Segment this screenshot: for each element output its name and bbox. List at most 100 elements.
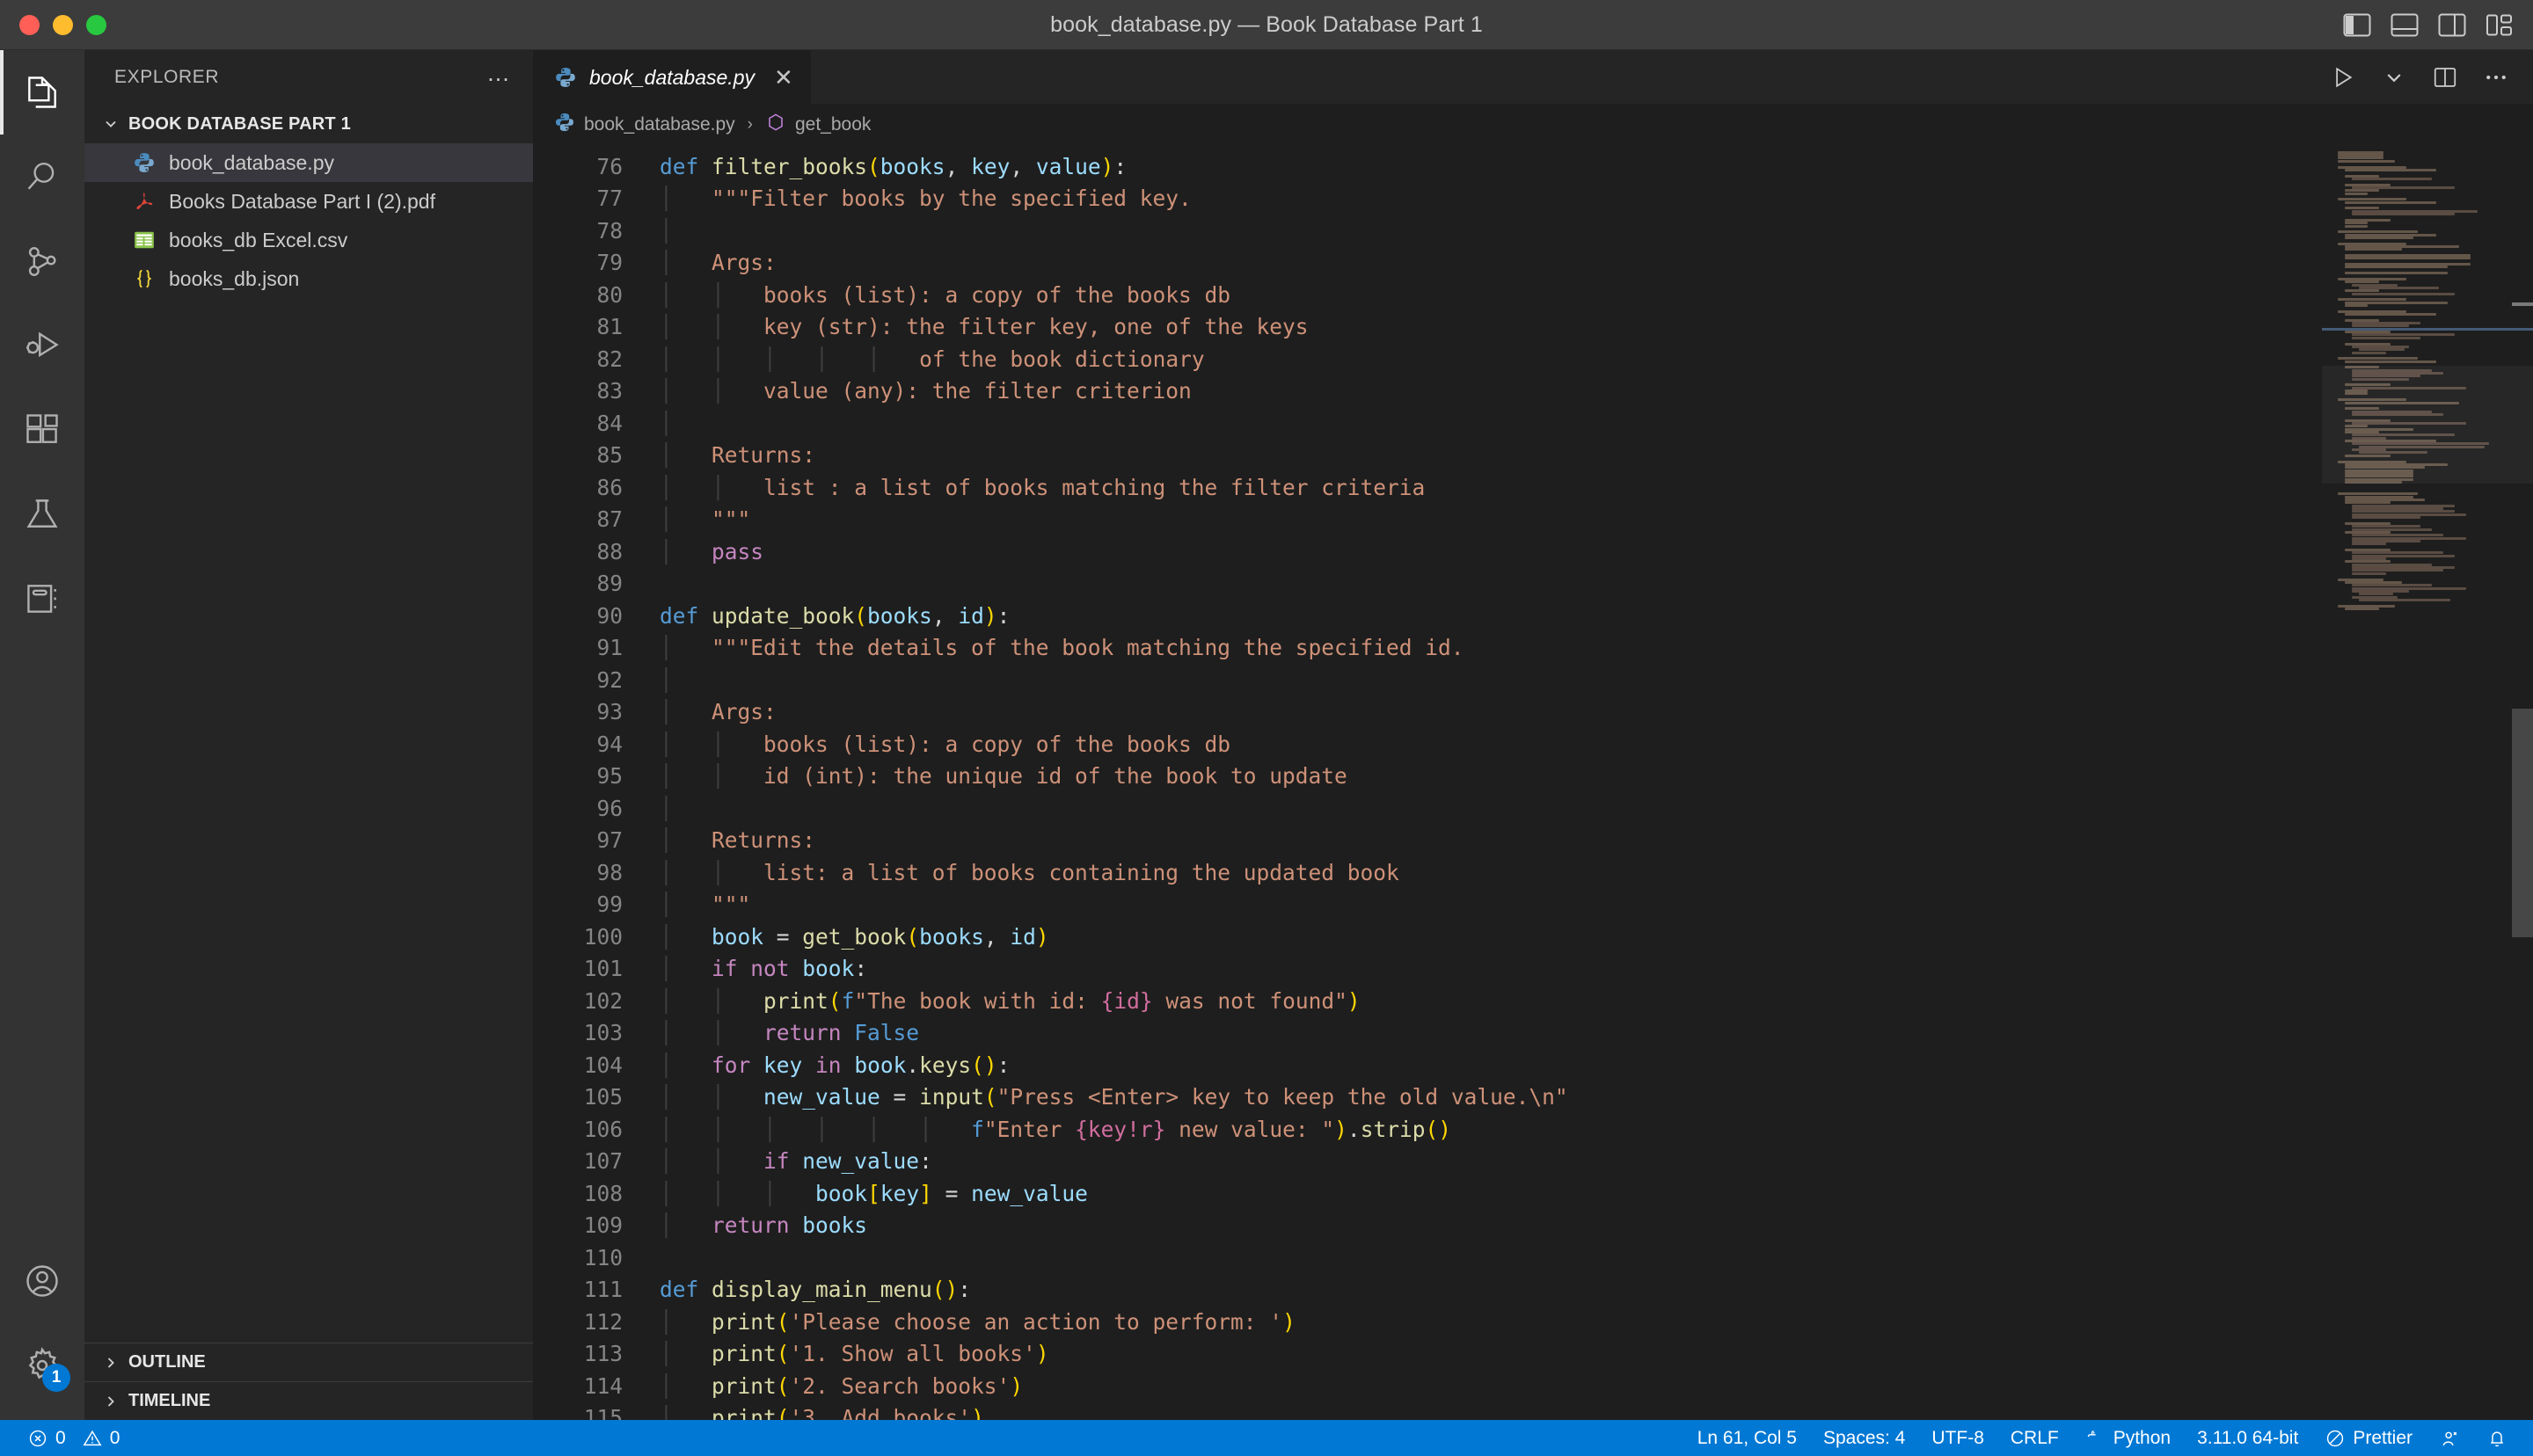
run-python-file-icon[interactable] (2329, 63, 2357, 91)
activity-item-run-and-debug[interactable] (0, 303, 84, 388)
status-python-interpreter[interactable]: 3.11.0 64-bit (2184, 1420, 2311, 1456)
status-indentation[interactable]: Spaces: 4 (1810, 1420, 1918, 1456)
code-line[interactable]: 112 │ print('Please choose an action to p… (533, 1307, 2322, 1339)
status-remote-indicator[interactable] (2426, 1420, 2473, 1456)
toggle-primary-sidebar-icon[interactable] (2343, 13, 2371, 37)
breadcrumb-file-label[interactable]: book_database.py (584, 114, 735, 135)
indent-guide: │ (660, 635, 712, 661)
code-line[interactable]: 114 │ print('2. Search books') (533, 1371, 2322, 1403)
code-line[interactable]: 89 (533, 568, 2322, 601)
editor-vertical-scrollbar[interactable] (2512, 146, 2533, 1420)
code-line[interactable]: 79 │ Args: (533, 247, 2322, 280)
file-item-books-database-pdf[interactable]: Books Database Part I (2).pdf (84, 182, 533, 221)
code-line[interactable]: 77 │ """Filter books by the specified key… (533, 183, 2322, 215)
code-line[interactable]: 115 │ print('3. Add books') (533, 1402, 2322, 1420)
activity-item-search[interactable] (0, 135, 84, 219)
file-item-label: books_db Excel.csv (169, 228, 348, 251)
code-line[interactable]: 90 def update_book(books, id): (533, 601, 2322, 633)
code-line[interactable]: 96 │ (533, 793, 2322, 826)
code-line[interactable]: 107 │ │ if new_value: (533, 1146, 2322, 1178)
sidebar-section-timeline[interactable]: TIMELINE (84, 1381, 533, 1420)
activity-item-notebook[interactable] (0, 557, 84, 641)
code-line[interactable]: 95 │ │ id (int): the unique id of the boo… (533, 761, 2322, 793)
activity-item-source-control[interactable] (0, 219, 84, 303)
code-line[interactable]: 91 │ """Edit the details of the book matc… (533, 632, 2322, 665)
code-line[interactable]: 78 │ (533, 215, 2322, 248)
activity-item-manage-settings[interactable]: 1 (0, 1323, 84, 1408)
maximize-window-button[interactable] (86, 14, 106, 35)
minimap-line (2345, 360, 2436, 363)
minimize-window-button[interactable] (53, 14, 73, 35)
activity-item-testing[interactable] (0, 472, 84, 557)
activity-bar: 1 (0, 50, 84, 1420)
status-language-mode[interactable]: Python (2072, 1420, 2184, 1456)
activity-item-accounts[interactable] (0, 1239, 84, 1323)
code-line[interactable]: 100 │ book = get_book(books, id) (533, 921, 2322, 954)
customize-layout-icon[interactable] (2486, 13, 2514, 37)
source-code[interactable]: 76 def filter_books(books, key, value): 77… (533, 146, 2322, 1420)
code-line[interactable]: 99 │ """ (533, 889, 2322, 921)
code-line[interactable]: 81 │ │ key (str): the filter key, one of … (533, 311, 2322, 344)
status-notifications[interactable] (2473, 1420, 2521, 1456)
split-editor-icon[interactable] (2431, 63, 2459, 91)
toggle-secondary-sidebar-icon[interactable] (2438, 13, 2466, 37)
code-line[interactable]: 92 │ (533, 665, 2322, 697)
code-line[interactable]: 83 │ │ value (any): the filter criterion (533, 375, 2322, 408)
code-line[interactable]: 93 │ Args: (533, 696, 2322, 729)
minimap[interactable] (2322, 145, 2533, 1420)
minimap-slider[interactable] (2322, 366, 2533, 484)
code-line[interactable]: 101 │ if not book: (533, 953, 2322, 986)
indent-guide: │ (867, 1116, 920, 1142)
code-line[interactable]: 110 (533, 1242, 2322, 1275)
tab-book_database-py[interactable]: book_database.py ✕ (533, 50, 811, 105)
file-item-books-db-json[interactable]: books_db.json (84, 259, 533, 298)
code-line[interactable]: 106 │ │ │ │ │ │ f"Enter {key!r} new value… (533, 1114, 2322, 1147)
code-line[interactable]: 86 │ │ list : a list of books matching th… (533, 472, 2322, 505)
status-eol[interactable]: CRLF (1997, 1420, 2072, 1456)
title-bar: book_database.py — Book Database Part 1 (0, 0, 2533, 50)
file-item-books-db-csv[interactable]: books_db Excel.csv (84, 221, 533, 259)
activity-item-explorer[interactable] (0, 50, 84, 135)
minimap-line (2345, 168, 2436, 171)
code-line[interactable]: 102 │ │ print(f"The book with id: {id} wa… (533, 986, 2322, 1018)
code-line[interactable]: 94 │ │ books (list): a copy of the books … (533, 729, 2322, 761)
code-line[interactable]: 76 def filter_books(books, key, value): (533, 151, 2322, 184)
code-line[interactable]: 87 │ """ (533, 504, 2322, 536)
code-line[interactable]: 84 │ (533, 408, 2322, 440)
code-line[interactable]: 98 │ │ list: a list of books containing t… (533, 857, 2322, 890)
code-line[interactable]: 105 │ │ new_value = input("Press <Enter> … (533, 1081, 2322, 1114)
code-line[interactable]: 97 │ Returns: (533, 825, 2322, 857)
status-encoding[interactable]: UTF-8 (1918, 1420, 1997, 1456)
code-line[interactable]: 80 │ │ books (list): a copy of the books … (533, 280, 2322, 312)
code-line[interactable]: 104 │ for key in book.keys(): (533, 1050, 2322, 1082)
beaker-icon (23, 495, 62, 534)
status-editor-position[interactable]: Ln 61, Col 5 (1684, 1420, 1810, 1456)
sidebar-more-actions-icon[interactable]: … (486, 62, 512, 86)
file-item-book_database-py[interactable]: book_database.py (84, 143, 533, 182)
close-icon[interactable]: ✕ (774, 64, 793, 91)
more-actions-icon[interactable] (2482, 63, 2510, 91)
code-viewport[interactable]: 76 def filter_books(books, key, value): 77… (533, 146, 2322, 1420)
line-number: 96 (596, 795, 623, 821)
chevron-down-icon[interactable] (2380, 63, 2408, 91)
status-prettier[interactable]: Prettier (2311, 1420, 2426, 1456)
folder-root-row[interactable]: BOOK DATABASE PART 1 (84, 105, 533, 143)
code-line[interactable]: 109 │ return books (533, 1210, 2322, 1242)
breadcrumb-symbol-label[interactable]: get_book (795, 114, 871, 135)
scrollbar-thumb[interactable] (2512, 708, 2533, 937)
toggle-panel-icon[interactable] (2391, 13, 2419, 37)
sidebar-section-outline[interactable]: OUTLINE (84, 1343, 533, 1381)
code-line[interactable]: 103 │ │ return False (533, 1017, 2322, 1050)
code-line[interactable]: 82 │ │ │ │ │ of the book dictionary (533, 344, 2322, 376)
indent-guide: │ (660, 666, 712, 693)
code-line[interactable]: 113 │ print('1. Show all books') (533, 1338, 2322, 1371)
code-line[interactable]: 88 │ pass (533, 536, 2322, 569)
code-editor[interactable]: 76 def filter_books(books, key, value): 77… (533, 145, 2533, 1420)
activity-item-extensions[interactable] (0, 388, 84, 472)
code-line[interactable]: 108 │ │ │ book[key] = new_value (533, 1178, 2322, 1211)
code-line[interactable]: 111 def display_main_menu(): (533, 1274, 2322, 1307)
close-window-button[interactable] (19, 14, 40, 35)
status-problems[interactable]: 0 0 (14, 1420, 133, 1456)
code-line[interactable]: 85 │ Returns: (533, 440, 2322, 472)
chevron-right-icon (102, 1393, 120, 1410)
